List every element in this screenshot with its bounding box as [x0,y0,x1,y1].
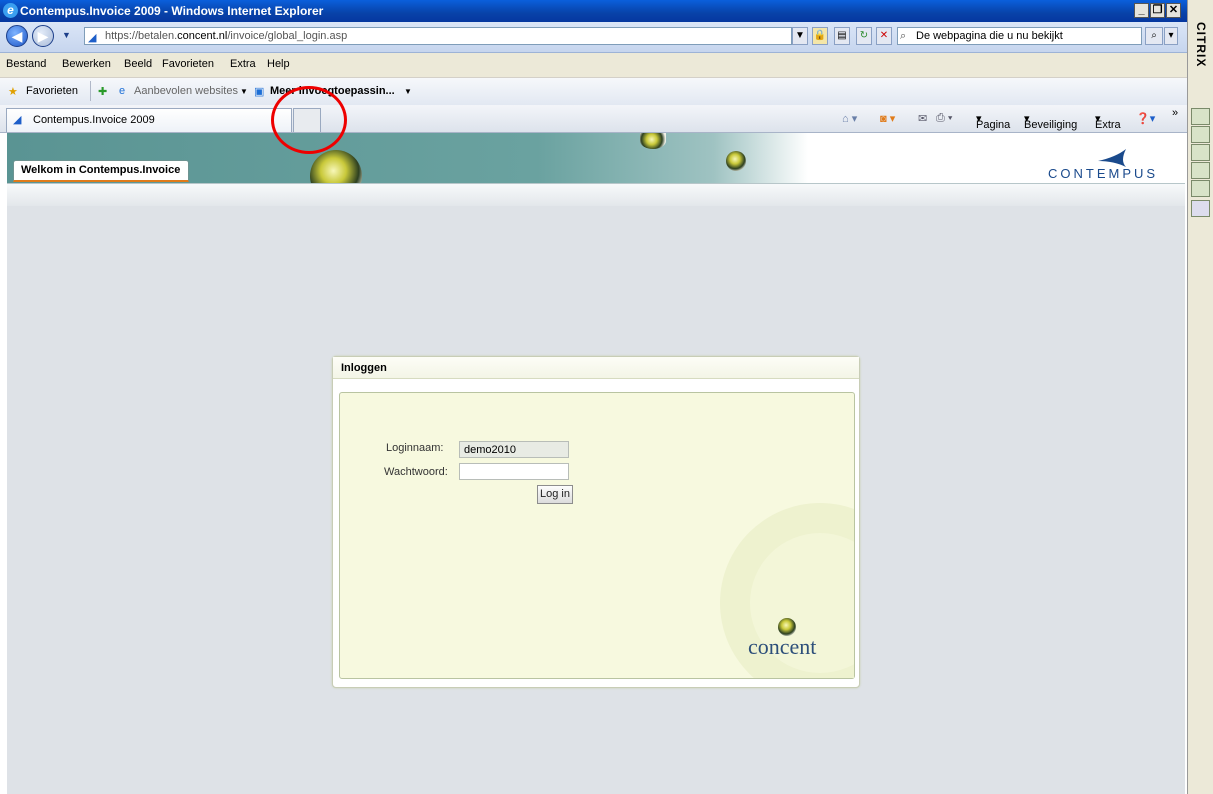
back-button[interactable]: ◀ [6,25,28,47]
marble-decoration-top [640,133,666,149]
login-heading: Inloggen [333,357,859,379]
home-icon[interactable]: ⌂ ▾ [842,112,857,125]
login-form: Loginnaam: Wachtwoord: Log in concent [339,392,855,679]
url-path: /invoice/global_login.asp [227,30,348,42]
addons-page-icon: ▣ [254,86,265,98]
mail-icon[interactable]: ✉ [918,112,927,125]
username-field[interactable] [459,441,569,458]
menu-extra[interactable]: Extra [230,58,256,70]
extra-menu[interactable]: Extra ▾ [1095,112,1121,131]
citrix-tool-2-icon[interactable] [1191,126,1210,143]
search-provider-icon: ⌕ [900,30,907,42]
refresh-icon[interactable]: ↻ [856,27,872,45]
citrix-tool-1-icon[interactable] [1191,108,1210,125]
feeds-icon[interactable]: ◙ ▾ [880,112,895,125]
contempus-logo-text: CONTEMPUS [1048,166,1159,181]
tab-title: Contempus.Invoice 2009 [33,114,155,126]
banner-subbar [7,183,1185,206]
citrix-tool-3-icon[interactable] [1191,144,1210,161]
ie-recommended-icon: e [119,85,126,97]
toolbar-overflow-icon[interactable]: » [1172,107,1178,119]
annotation-circle [271,86,347,154]
welcome-tab[interactable]: Welkom in Contempus.Invoice [13,160,189,182]
more-addons-dropdown-icon[interactable]: ▼ [404,87,412,96]
search-input[interactable]: De webpagina die u nu bekijkt [897,27,1142,45]
login-button[interactable]: Log in [537,485,573,504]
favorites-star-icon: ★ [8,86,18,98]
menu-favorieten[interactable]: Favorieten [162,58,214,70]
page-menu[interactable]: Pagina ▾ [976,112,1010,131]
history-dropdown-icon[interactable]: ▼ [62,30,71,40]
recommended-dropdown-icon[interactable]: ▼ [240,87,248,96]
search-options-button[interactable]: ▾ [1164,27,1178,45]
site-favicon-icon: ◢ [88,32,97,44]
concent-brand: concent [748,634,817,659]
address-toolbar: ◀ ▶ ▼ ◢ https://betalen.concent.nl/invoi… [0,22,1187,53]
menu-bar: Bestand Bewerken Beeld Favorieten Extra … [0,53,1187,78]
address-dropdown-button[interactable]: ▼ [792,27,808,45]
login-panel: Inloggen Loginnaam: Wachtwoord: Log in c… [332,356,860,688]
menu-help[interactable]: Help [267,58,290,70]
password-label: Wachtwoord: [384,466,448,478]
help-icon[interactable]: ❓▾ [1136,112,1155,125]
window-title: Contempus.Invoice 2009 - Windows Interne… [20,4,324,18]
ie-logo-icon: e [3,3,18,18]
minimize-button[interactable]: _ [1134,3,1149,18]
citrix-tool-6-icon[interactable] [1191,200,1210,217]
address-input[interactable]: ◢ https://betalen.concent.nl/invoice/glo… [84,27,792,45]
password-field[interactable] [459,463,569,480]
favorites-button[interactable]: Favorieten [26,85,78,97]
print-icon[interactable]: ⎙ ▾ [936,112,952,125]
forward-button[interactable]: ▶ [32,25,54,47]
citrix-toolbar: CITRIX [1187,0,1213,794]
url-host: concent.nl [177,30,228,42]
citrix-tool-4-icon[interactable] [1191,162,1210,179]
username-label: Loginnaam: [386,442,444,454]
compatibility-icon[interactable]: ▤ [834,27,850,45]
close-button[interactable]: ✕ [1166,3,1181,18]
url-prefix: https://betalen. [105,30,178,42]
tab-and-command-bar: ◢ Contempus.Invoice 2009 ⌂ ▾ ◙ ▾ ✉ ⎙ ▾ P… [0,105,1187,133]
marble-decoration-small [726,151,746,171]
window-title-bar: e Contempus.Invoice 2009 - Windows Inter… [0,0,1187,22]
recommended-sites-link[interactable]: Aanbevolen websites [134,85,238,97]
stop-icon[interactable]: ✕ [876,27,892,45]
menu-bestand[interactable]: Bestand [6,58,46,70]
menu-beeld[interactable]: Beeld [124,58,152,70]
tab-favicon-icon: ◢ [13,114,22,126]
favorites-bar: ★ Favorieten ✚ e Aanbevolen websites ▼ ▣… [0,78,1187,106]
lock-icon[interactable]: 🔒 [812,27,828,45]
security-menu[interactable]: Beveiliging ▾ [1024,112,1077,131]
search-button[interactable]: ⌕ [1145,27,1163,45]
menu-bewerken[interactable]: Bewerken [62,58,111,70]
tab-contempus-invoice[interactable]: ◢ Contempus.Invoice 2009 [6,108,292,132]
citrix-label: CITRIX [1194,22,1208,68]
citrix-tool-5-icon[interactable] [1191,180,1210,197]
restore-button[interactable]: ❐ [1150,3,1165,18]
add-favorite-icon[interactable]: ✚ [98,85,107,98]
